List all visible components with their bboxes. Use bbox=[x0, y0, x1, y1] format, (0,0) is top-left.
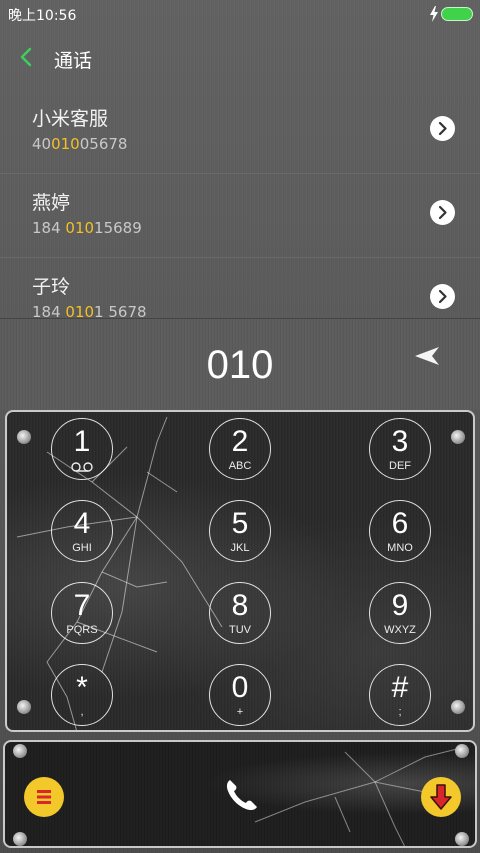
contact-detail-button[interactable] bbox=[430, 200, 455, 225]
contact-number: 184 01015689 bbox=[32, 219, 142, 237]
contact-detail-button[interactable] bbox=[430, 284, 455, 309]
hide-keypad-button[interactable] bbox=[421, 777, 461, 817]
key-digit: 6 bbox=[391, 507, 409, 540]
chevron-right-icon bbox=[438, 289, 447, 304]
page-title: 通话 bbox=[54, 50, 93, 72]
menu-button[interactable] bbox=[24, 777, 64, 817]
key-6[interactable]: 6 MNO bbox=[369, 500, 431, 562]
key-7[interactable]: 7 PQRS bbox=[51, 582, 113, 644]
key-digit: 8 bbox=[231, 589, 249, 622]
phone-icon[interactable] bbox=[221, 776, 261, 816]
screw-icon bbox=[13, 744, 27, 758]
key-1[interactable]: 1 bbox=[51, 418, 113, 480]
number-match-highlight: 010 bbox=[65, 219, 95, 237]
bolt-icon bbox=[430, 6, 438, 22]
battery-icon bbox=[441, 7, 473, 21]
arrow-down-icon bbox=[430, 784, 452, 810]
contact-detail-button[interactable] bbox=[430, 116, 455, 141]
key-5[interactable]: 5 JKL bbox=[209, 500, 271, 562]
key-letters: , bbox=[80, 706, 84, 718]
key-digit: 1 bbox=[73, 425, 91, 458]
voicemail-icon bbox=[71, 462, 93, 472]
status-bar: 晚上10:56 bbox=[0, 0, 480, 28]
number-match-highlight: 010 bbox=[51, 135, 80, 153]
screw-icon bbox=[451, 700, 465, 714]
contact-name: 小米客服 bbox=[32, 108, 109, 130]
key-digit: 9 bbox=[391, 589, 409, 622]
key-9[interactable]: 9 WXYZ bbox=[369, 582, 431, 644]
dial-input[interactable]: 010 bbox=[0, 343, 480, 388]
contact-number: 4001005678 bbox=[32, 135, 128, 153]
key-2[interactable]: 2 ABC bbox=[209, 418, 271, 480]
header: 通话 bbox=[0, 36, 480, 80]
key-8[interactable]: 8 TUV bbox=[209, 582, 271, 644]
contact-name: 燕婷 bbox=[32, 192, 71, 214]
key-digit: * bbox=[76, 671, 88, 704]
screw-icon bbox=[455, 832, 469, 846]
keypad-panel: 1 2 ABC 3 DEF 4 GHI 5 JKL 6 MNO 7 PQRS 8… bbox=[5, 410, 475, 732]
screw-icon bbox=[455, 744, 469, 758]
screw-icon bbox=[451, 430, 465, 444]
contact-result-item[interactable]: 燕婷 184 01015689 bbox=[0, 174, 480, 258]
key-digit: 3 bbox=[391, 425, 409, 458]
chevron-right-icon bbox=[438, 205, 447, 220]
key-digit: 5 bbox=[231, 507, 249, 540]
key-letters: GHI bbox=[72, 542, 92, 554]
key-star[interactable]: * , bbox=[51, 664, 113, 726]
contact-number: 184 0101 5678 bbox=[32, 303, 147, 318]
screw-icon bbox=[17, 700, 31, 714]
key-digit: 0 bbox=[231, 671, 249, 704]
key-letters: DEF bbox=[389, 460, 411, 472]
key-digit: # bbox=[391, 671, 409, 704]
screw-icon bbox=[17, 430, 31, 444]
number-match-highlight: 010 bbox=[65, 303, 95, 318]
backspace-arrow-icon[interactable] bbox=[414, 345, 440, 367]
contact-name: 子玲 bbox=[32, 276, 71, 298]
contact-result-item[interactable]: 小米客服 4001005678 bbox=[0, 90, 480, 174]
key-0[interactable]: 0 + bbox=[209, 664, 271, 726]
key-4[interactable]: 4 GHI bbox=[51, 500, 113, 562]
key-letters: JKL bbox=[230, 542, 250, 554]
key-letters: PQRS bbox=[66, 624, 98, 636]
key-letters: + bbox=[236, 706, 244, 718]
key-letters: ABC bbox=[228, 460, 252, 472]
action-bar bbox=[3, 740, 477, 848]
chevron-left-icon[interactable] bbox=[18, 46, 36, 68]
key-3[interactable]: 3 DEF bbox=[369, 418, 431, 480]
key-hash[interactable]: # ; bbox=[369, 664, 431, 726]
status-time: 晚上10:56 bbox=[8, 8, 77, 24]
key-digit: 7 bbox=[73, 589, 91, 622]
contact-result-item[interactable]: 子玲 184 0101 5678 bbox=[0, 258, 480, 318]
key-letters: WXYZ bbox=[384, 624, 416, 636]
chevron-right-icon bbox=[438, 121, 447, 136]
key-digit: 2 bbox=[231, 425, 249, 458]
key-letters: ; bbox=[398, 706, 402, 718]
menu-icon bbox=[37, 790, 51, 804]
key-letters: TUV bbox=[229, 624, 251, 636]
key-digit: 4 bbox=[73, 507, 91, 540]
screw-icon bbox=[13, 832, 27, 846]
contact-results-list: 小米客服 4001005678 燕婷 184 01015689 子玲 184 0… bbox=[0, 90, 480, 318]
dial-input-row: 010 bbox=[0, 318, 480, 410]
key-letters: MNO bbox=[387, 542, 413, 554]
